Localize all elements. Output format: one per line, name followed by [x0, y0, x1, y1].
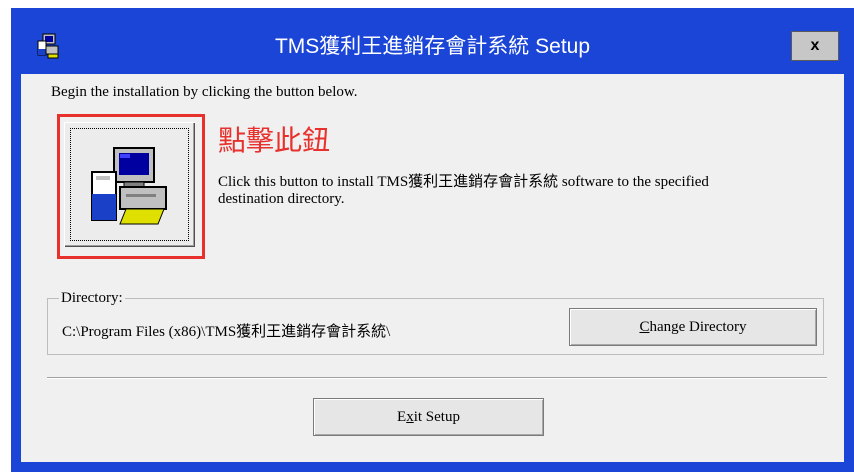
directory-path: C:\Program Files (x86)\TMS獲利王進銷存會計系統\: [62, 324, 391, 340]
title-bar[interactable]: TMS獲利王進銷存會計系統 Setup x: [11, 8, 854, 74]
close-button[interactable]: x: [791, 31, 839, 61]
exit-label-prefix: E: [397, 409, 407, 425]
exit-setup-button[interactable]: Exit Setup: [313, 398, 544, 436]
change-directory-label: hange Directory: [649, 319, 747, 335]
install-description: Click this button to install TMS獲利王進銷存會計…: [218, 174, 709, 207]
install-headline: 點擊此鈕: [218, 125, 331, 156]
close-icon: x: [810, 37, 820, 54]
separator-line: [47, 377, 827, 379]
exit-mnemonic: x: [406, 409, 414, 425]
change-directory-button[interactable]: Change Directory: [569, 308, 817, 346]
top-strip: [0, 0, 854, 8]
directory-label: Directory:: [59, 290, 125, 307]
window-title: TMS獲利王進銷存會計系統 Setup: [274, 35, 591, 58]
install-button[interactable]: [64, 122, 195, 247]
computer-install-icon: [91, 147, 167, 225]
intro-text: Begin the installation by clicking the b…: [51, 84, 358, 100]
change-directory-mnemonic: C: [639, 319, 650, 335]
exit-label-rest: it Setup: [413, 409, 460, 425]
